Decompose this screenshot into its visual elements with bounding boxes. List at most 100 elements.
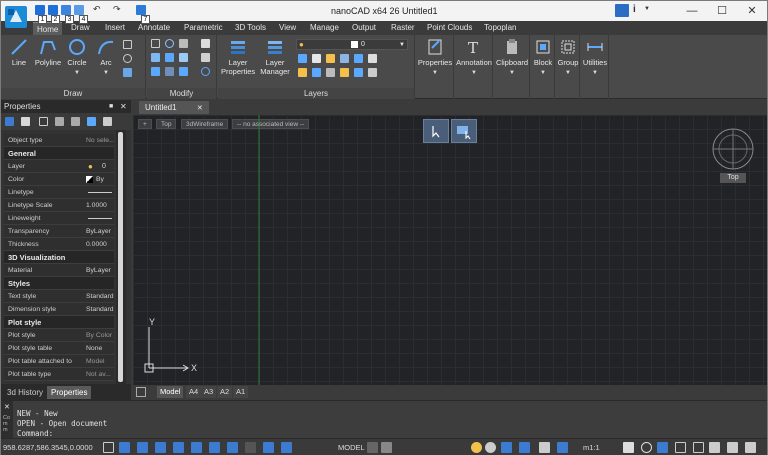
rotate-icon[interactable]	[165, 39, 174, 48]
prop-row[interactable]: Text style Standard	[4, 290, 114, 304]
prop-row[interactable]: Thickness 0.0000	[4, 238, 114, 252]
prop-section-general[interactable]: General	[4, 147, 114, 161]
customize-status-icon[interactable]	[745, 442, 756, 453]
layer-icon-7[interactable]	[298, 68, 307, 77]
annotation-scale-icon[interactable]	[557, 442, 568, 453]
quick-properties-icon[interactable]	[263, 442, 274, 453]
pick-icon[interactable]	[21, 117, 30, 126]
layer-icon-10[interactable]	[340, 68, 349, 77]
layer-icon-9[interactable]	[326, 68, 335, 77]
prop-section-3d-visualization[interactable]: 3D Visualization	[4, 251, 114, 265]
prop-row[interactable]: Linetype Scale 1.0000	[4, 199, 114, 213]
layer-icon-1[interactable]	[298, 54, 307, 63]
tab-a4[interactable]: A4	[186, 386, 202, 398]
layer-icon-3[interactable]	[326, 54, 335, 63]
drawing-canvas[interactable]: + Top 3dWireframe -- no associated view …	[133, 115, 767, 385]
isolate-icon[interactable]	[485, 442, 496, 453]
utilities-button[interactable]: Utilities ▼	[581, 38, 609, 78]
undo-icon[interactable]: ↶	[93, 4, 101, 15]
prop-section-plot-style[interactable]: Plot style	[4, 316, 114, 330]
tab-3d-tools[interactable]: 3D Tools	[235, 23, 266, 32]
zoom-extents-icon[interactable]	[693, 442, 704, 453]
layer-icon-4[interactable]	[340, 54, 349, 63]
layer-combo[interactable]: ● 0 ▼	[296, 39, 408, 50]
filter-icon[interactable]	[87, 117, 96, 126]
tab-topoplan[interactable]: Topoplan	[484, 23, 516, 32]
tab-view[interactable]: View	[279, 23, 296, 32]
layer-manager-button[interactable]: Layer Manager	[258, 38, 292, 76]
dynamic-input-icon[interactable]	[227, 442, 238, 453]
open-file-icon[interactable]	[48, 5, 58, 15]
tab-output[interactable]: Output	[352, 23, 376, 32]
app-menu-icon[interactable]	[5, 6, 27, 28]
polar-icon[interactable]	[155, 442, 166, 453]
arc-button[interactable]: Arc ▼	[95, 38, 117, 78]
prop-row[interactable]: Plot style table None	[4, 342, 114, 356]
autoscale-icon[interactable]	[519, 442, 530, 453]
model-layout-icon[interactable]	[367, 442, 378, 453]
stretch-icon[interactable]	[151, 67, 160, 76]
viewcube-top-button[interactable]: Top	[720, 173, 746, 183]
tab-draw[interactable]: Draw	[71, 23, 90, 32]
tab-3d-history[interactable]: 3d History	[3, 386, 47, 399]
annotation-button[interactable]: T Annotation ▼	[456, 38, 492, 78]
info-dropdown-icon[interactable]: ▼	[644, 6, 650, 12]
clipboard-button[interactable]: Clipboard ▼	[494, 38, 530, 78]
offset-icon[interactable]	[201, 67, 210, 76]
prop-row[interactable]: Layer ● 0	[4, 160, 114, 174]
workspace-switch-icon[interactable]	[539, 442, 550, 453]
quick-select-icon[interactable]	[39, 117, 48, 126]
command-prompt[interactable]: Command:	[17, 429, 53, 438]
command-line-close-icon[interactable]: ✕	[4, 403, 10, 411]
properties-button[interactable]: Properties ▼	[417, 38, 453, 78]
save-as-icon[interactable]	[74, 5, 84, 15]
close-button[interactable]: ✕	[737, 1, 767, 21]
annotation-scale-value[interactable]: m1:1	[583, 443, 600, 452]
group-button[interactable]: Group ▼	[556, 38, 580, 78]
lamp-icon[interactable]	[471, 442, 482, 453]
line-button[interactable]: Line	[7, 38, 31, 67]
polyline-button[interactable]: Polyline	[34, 38, 62, 67]
new-file-icon[interactable]	[35, 5, 45, 15]
snap-icon[interactable]	[119, 442, 130, 453]
orbit-icon[interactable]	[657, 442, 668, 453]
print-icon[interactable]	[136, 5, 146, 15]
select-similar-icon[interactable]	[71, 117, 80, 126]
pin-icon[interactable]: ■	[109, 100, 113, 113]
zoom-window-icon[interactable]	[675, 442, 686, 453]
layer-icon-2[interactable]	[312, 54, 321, 63]
prop-row[interactable]: Transparency ByLayer	[4, 225, 114, 239]
model-space-indicator[interactable]: MODEL	[338, 443, 365, 452]
trim-icon[interactable]	[179, 39, 188, 48]
tab-untitled1[interactable]: Untitled1 ✕	[139, 101, 209, 114]
prop-row[interactable]: Linetype	[4, 186, 114, 200]
prop-row[interactable]: Lineweight	[4, 212, 114, 226]
hatch-icon[interactable]	[123, 68, 132, 77]
maximize-button[interactable]: ☐	[707, 1, 737, 21]
workspace-icon[interactable]	[615, 4, 629, 17]
osnap-icon[interactable]	[173, 442, 184, 453]
layer-icon-12[interactable]	[368, 68, 377, 77]
steering-wheel-icon[interactable]	[709, 442, 720, 453]
info-icon[interactable]: i	[633, 4, 636, 15]
prop-row[interactable]: Material ByLayer	[4, 264, 114, 278]
prop-section-styles[interactable]: Styles	[4, 277, 114, 291]
tab-properties[interactable]: Properties	[47, 386, 92, 399]
toggle-pickadd-icon[interactable]	[55, 117, 64, 126]
ellipse-icon[interactable]	[123, 54, 132, 63]
fillet-icon[interactable]	[179, 53, 188, 62]
command-line[interactable]: ✕ Com m NEW - New OPEN - Open document C…	[1, 400, 767, 439]
copy-icon[interactable]	[151, 53, 160, 62]
grid-icon[interactable]	[103, 442, 114, 453]
layer-icon-6[interactable]	[368, 54, 377, 63]
array-icon[interactable]	[179, 67, 188, 76]
clean-screen-icon[interactable]	[727, 442, 738, 453]
rectangle-icon[interactable]	[123, 40, 132, 49]
tab-model[interactable]: Model	[157, 386, 184, 398]
layer-icon-8[interactable]	[312, 68, 321, 77]
explode-icon[interactable]	[201, 53, 210, 62]
sort-icon[interactable]	[103, 117, 112, 126]
prop-row[interactable]: ColorBy L...	[4, 173, 114, 196]
prop-row[interactable]: Object type No sele...	[4, 134, 114, 148]
otrack-icon[interactable]	[191, 442, 202, 453]
